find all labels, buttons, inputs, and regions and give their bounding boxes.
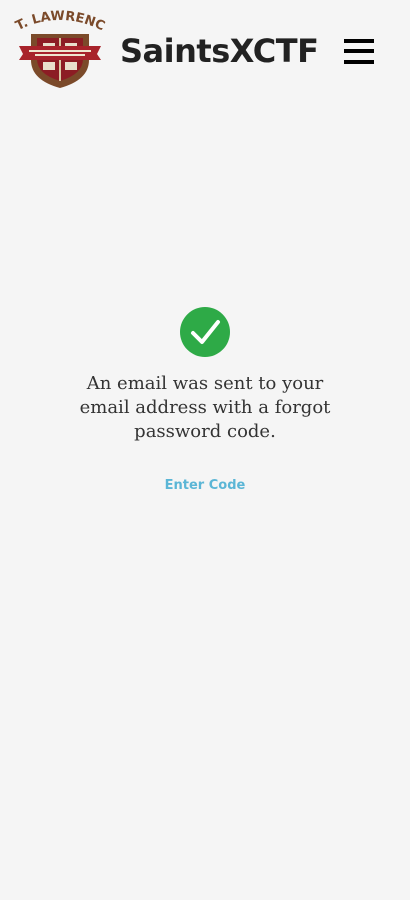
checkmark-icon <box>180 307 230 357</box>
forgot-password-confirmation: An email was sent to your email address … <box>0 306 410 493</box>
confirmation-message: An email was sent to your email address … <box>79 373 331 442</box>
hamburger-menu-icon[interactable] <box>338 34 380 70</box>
header: ST. LAWRENCE SaintsXCTF <box>0 0 410 100</box>
st-lawrence-logo[interactable]: ST. LAWRENCE <box>13 10 107 90</box>
enter-code-link[interactable]: Enter Code <box>165 478 246 493</box>
menu-bar <box>344 49 374 53</box>
menu-bar <box>344 39 374 43</box>
svg-text:ST. LAWRENCE: ST. LAWRENCE <box>13 10 107 34</box>
menu-bar <box>344 60 374 64</box>
site-title[interactable]: SaintsXCTF <box>120 30 319 72</box>
